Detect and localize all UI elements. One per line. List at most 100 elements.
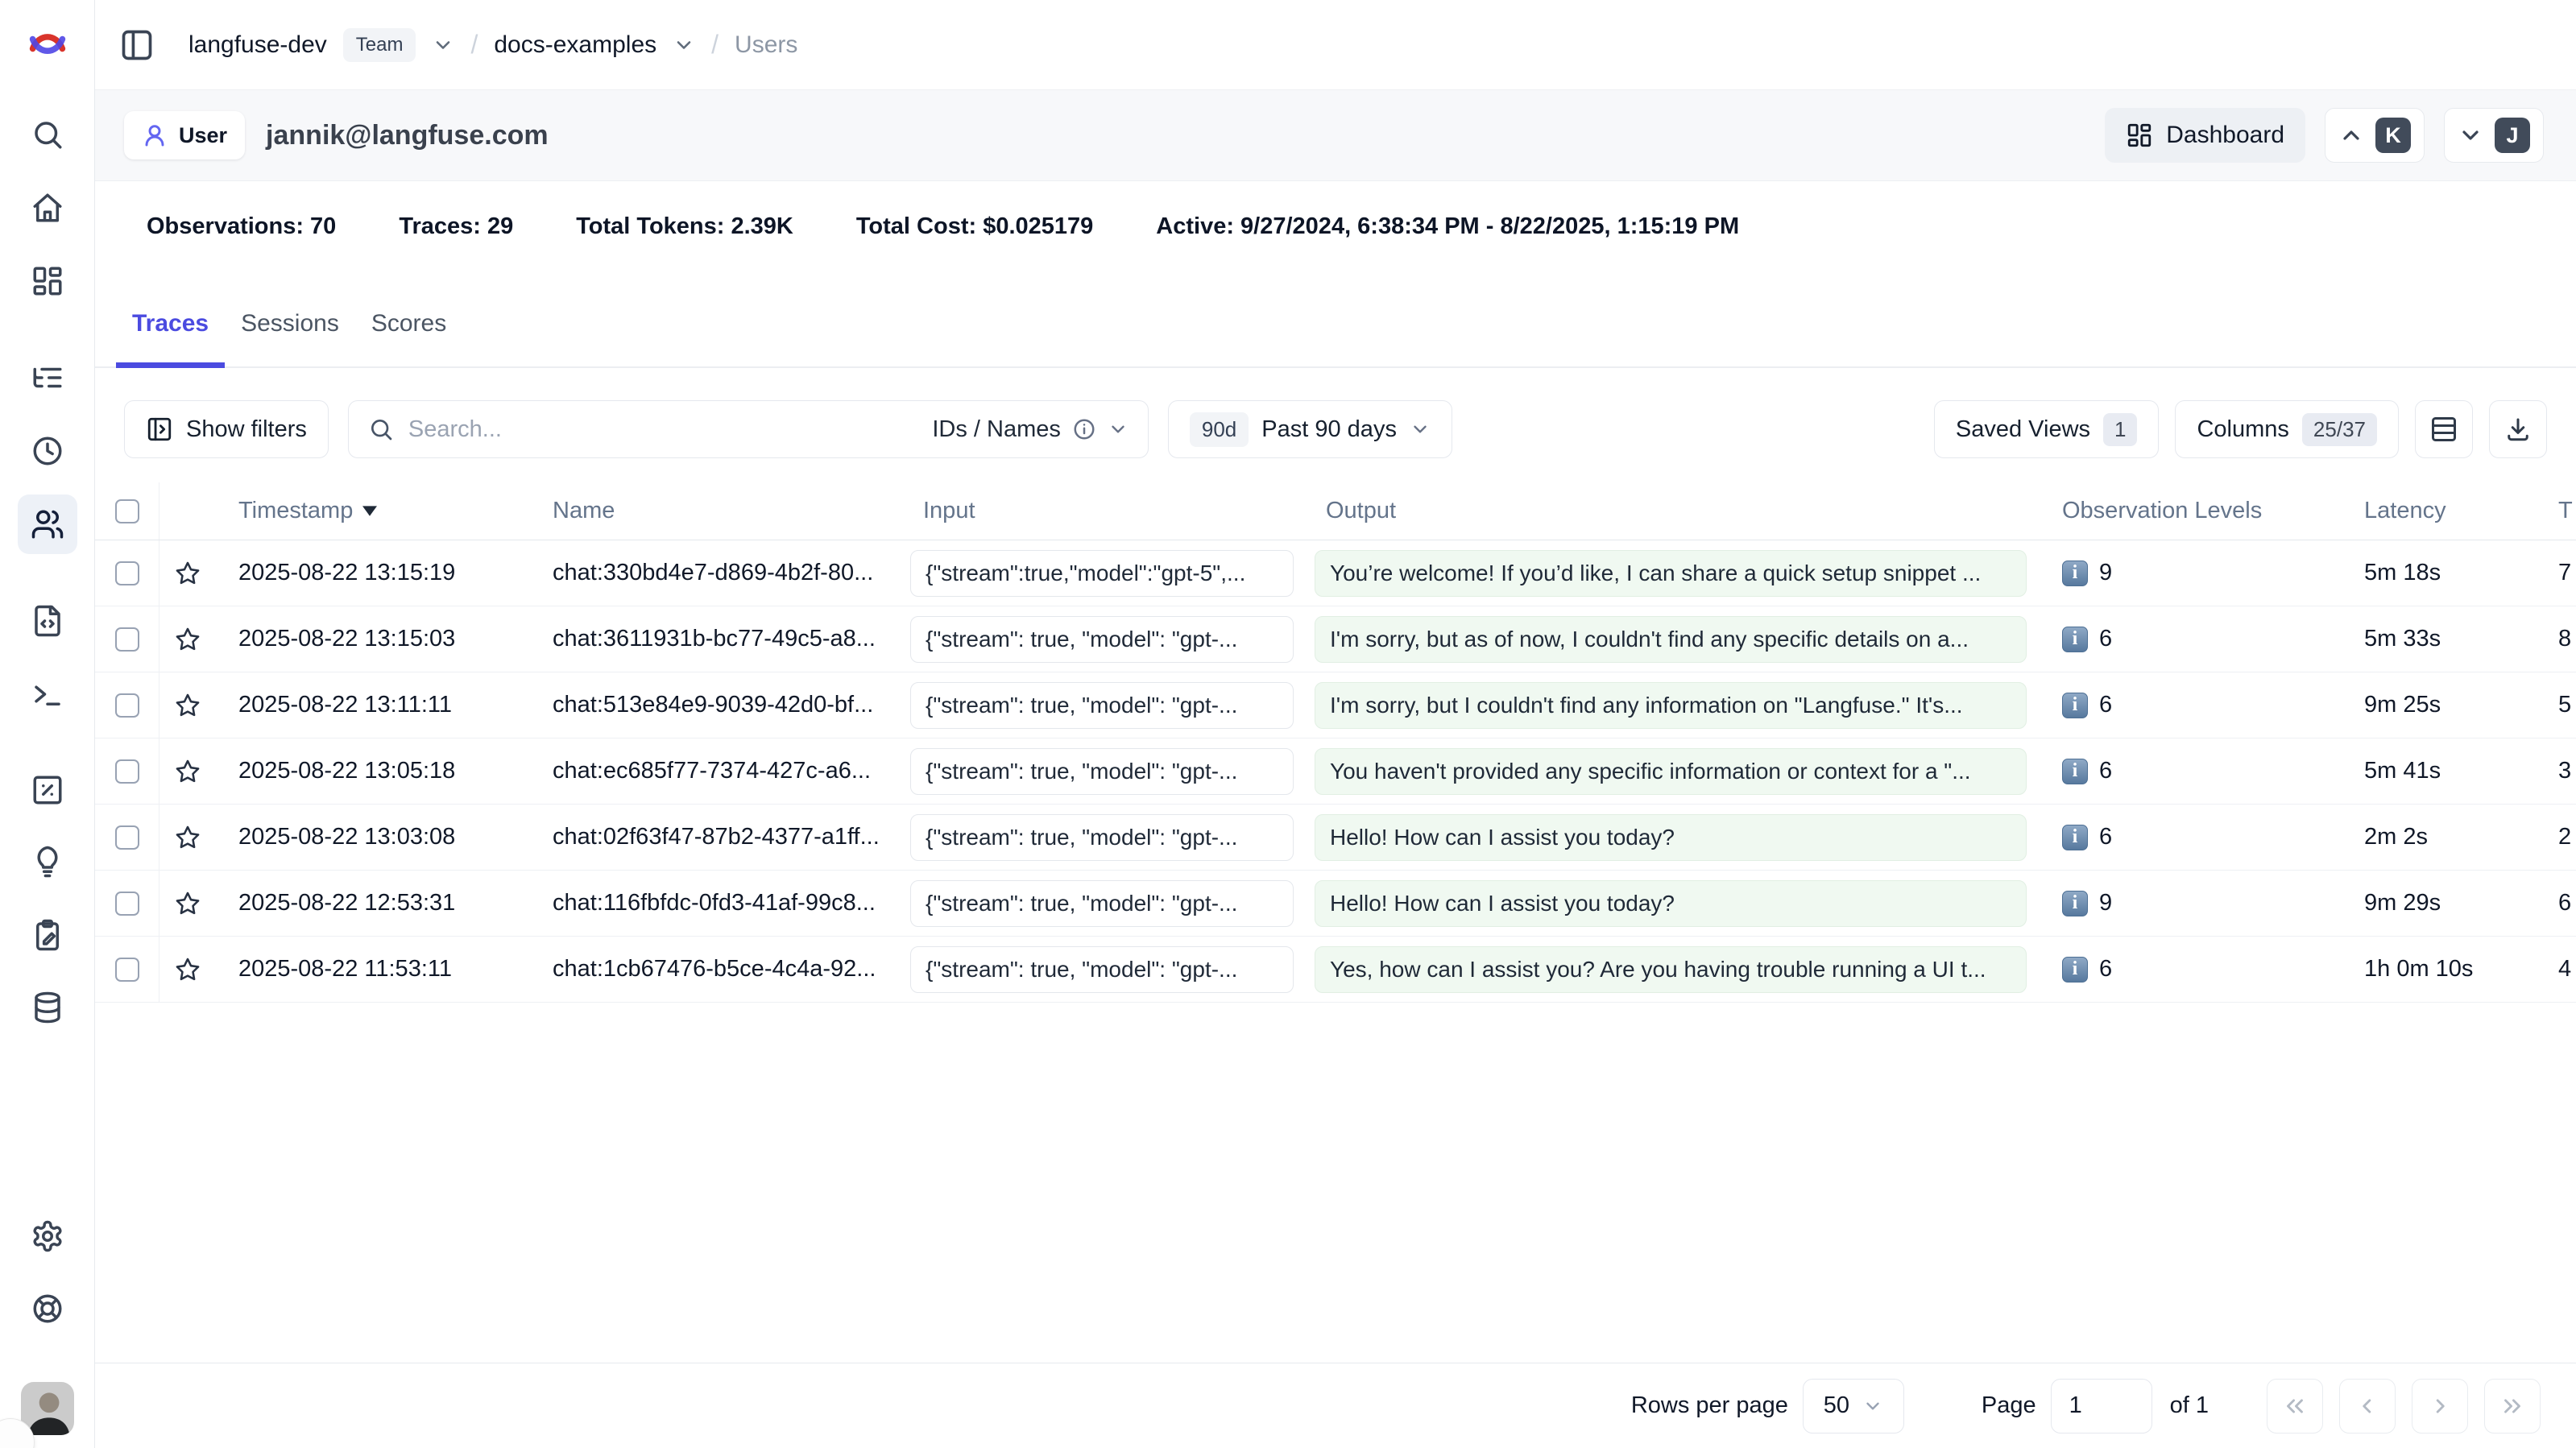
observation-levels-cell: 6 [2036, 758, 2338, 784]
columns-button[interactable]: Columns 25/37 [2175, 400, 2399, 458]
bookmark-star-icon[interactable] [159, 890, 216, 917]
sidebar-item-datasets[interactable] [18, 978, 77, 1037]
trace-input-preview[interactable]: {"stream": true, "model": "gpt-... [910, 880, 1294, 927]
previous-user-button[interactable]: K [2325, 108, 2425, 163]
trace-output-preview[interactable]: You haven't provided any specific inform… [1315, 748, 2027, 795]
dashboard-button[interactable]: Dashboard [2105, 108, 2305, 163]
sidebar-item-home[interactable] [18, 178, 77, 238]
sidebar-item-playground[interactable] [18, 664, 77, 724]
previous-page-button[interactable] [2339, 1379, 2396, 1434]
saved-views-button[interactable]: Saved Views 1 [1934, 400, 2160, 458]
row-checkbox[interactable] [115, 759, 139, 784]
table-row[interactable]: 2025-08-22 13:15:19 chat:330bd4e7-d869-4… [95, 540, 2576, 606]
sidebar-item-prompts[interactable] [18, 591, 77, 651]
row-checkbox[interactable] [115, 627, 139, 652]
trace-input-preview[interactable]: {"stream": true, "model": "gpt-... [910, 814, 1294, 861]
truncated-column-value: 4 [2536, 956, 2576, 983]
table-row[interactable]: 2025-08-22 13:15:03 chat:3611931b-bc77-4… [95, 606, 2576, 672]
table-row[interactable]: 2025-08-22 13:03:08 chat:02f63f47-87b2-4… [95, 805, 2576, 871]
sidebar-item-sessions[interactable] [18, 421, 77, 481]
sidebar-item-evaluation[interactable] [18, 760, 77, 820]
trace-name[interactable]: chat:116fbfdc-0fd3-41af-99c8... [530, 890, 901, 916]
trace-name[interactable]: chat:1cb67476-b5ce-4c4a-92... [530, 956, 901, 983]
breadcrumb-org[interactable]: langfuse-dev [188, 31, 327, 59]
first-page-button[interactable] [2267, 1379, 2323, 1434]
trace-output-preview[interactable]: I'm sorry, but I couldn't find any infor… [1315, 682, 2027, 729]
last-page-button[interactable] [2484, 1379, 2541, 1434]
header-timestamp[interactable]: Timestamp [216, 498, 530, 524]
date-range-button[interactable]: 90d Past 90 days [1168, 400, 1452, 458]
trace-input-preview[interactable]: {"stream": true, "model": "gpt-... [910, 946, 1294, 993]
info-level-icon [2062, 561, 2088, 586]
page-number-input[interactable] [2051, 1379, 2152, 1434]
row-checkbox[interactable] [115, 693, 139, 718]
row-checkbox[interactable] [115, 958, 139, 982]
search-mode-select[interactable]: IDs / Names [932, 416, 1129, 443]
panel-toggle-icon[interactable] [119, 27, 155, 63]
trace-input-preview[interactable]: {"stream":true,"model":"gpt-5",... [910, 550, 1294, 597]
next-user-button[interactable]: J [2444, 108, 2544, 163]
row-select-cell [95, 805, 159, 870]
table-row[interactable]: 2025-08-22 12:53:31 chat:116fbfdc-0fd3-4… [95, 871, 2576, 937]
table-row[interactable]: 2025-08-22 13:05:18 chat:ec685f77-7374-4… [95, 738, 2576, 805]
row-checkbox[interactable] [115, 825, 139, 850]
trace-output-preview[interactable]: Yes, how can I assist you? Are you havin… [1315, 946, 2027, 993]
sidebar-item-search[interactable] [18, 105, 77, 164]
tab-scores[interactable]: Scores [355, 310, 462, 366]
trace-name[interactable]: chat:330bd4e7-d869-4b2f-80... [530, 560, 901, 586]
trace-output-preview[interactable]: I'm sorry, but as of now, I couldn't fin… [1315, 616, 2027, 663]
row-height-button[interactable] [2415, 400, 2473, 458]
sidebar-item-dashboards[interactable] [18, 251, 77, 311]
bookmark-star-icon[interactable] [159, 626, 216, 653]
observation-level-count: 6 [2099, 956, 2112, 983]
trace-latency: 2m 2s [2338, 824, 2536, 850]
bookmark-star-icon[interactable] [159, 824, 216, 851]
search-box: IDs / Names [348, 400, 1149, 458]
bookmark-star-icon[interactable] [159, 692, 216, 719]
trace-timestamp: 2025-08-22 13:15:03 [216, 626, 530, 652]
sidebar-item-users[interactable] [18, 494, 77, 554]
trace-input-preview[interactable]: {"stream": true, "model": "gpt-... [910, 748, 1294, 795]
trace-name[interactable]: chat:3611931b-bc77-49c5-a8... [530, 626, 901, 652]
breadcrumb-project[interactable]: docs-examples [494, 31, 656, 59]
row-checkbox[interactable] [115, 561, 139, 585]
trace-output-preview[interactable]: You’re welcome! If you’d like, I can sha… [1315, 550, 2027, 597]
page-size-select[interactable]: 50 [1803, 1379, 1904, 1434]
select-all-checkbox[interactable] [115, 499, 139, 523]
show-filters-button[interactable]: Show filters [124, 400, 329, 458]
sidebar-item-lightbulb[interactable] [18, 832, 77, 892]
trace-name[interactable]: chat:513e84e9-9039-42d0-bf... [530, 692, 901, 718]
trace-output-preview[interactable]: Hello! How can I assist you today? [1315, 814, 2027, 861]
trace-input-cell: {"stream": true, "model": "gpt-... [901, 748, 1303, 795]
trace-name[interactable]: chat:ec685f77-7374-427c-a6... [530, 758, 901, 784]
user-icon [142, 122, 168, 148]
bookmark-star-icon[interactable] [159, 560, 216, 587]
search-input[interactable] [408, 416, 917, 443]
trace-name[interactable]: chat:02f63f47-87b2-4377-a1ff... [530, 824, 901, 850]
trace-output-preview[interactable]: Hello! How can I assist you today? [1315, 880, 2027, 927]
trace-input-preview[interactable]: {"stream": true, "model": "gpt-... [910, 616, 1294, 663]
sidebar-item-tracing[interactable] [18, 348, 77, 408]
info-level-icon [2062, 891, 2088, 916]
header-observation-levels: Observation Levels [2036, 498, 2338, 524]
chevron-down-icon[interactable] [673, 34, 695, 56]
trace-input-preview[interactable]: {"stream": true, "model": "gpt-... [910, 682, 1294, 729]
table-row[interactable]: 2025-08-22 13:11:11 chat:513e84e9-9039-4… [95, 672, 2576, 738]
table-row[interactable]: 2025-08-22 11:53:11 chat:1cb67476-b5ce-4… [95, 937, 2576, 1003]
clipboard-pen-icon [31, 918, 64, 952]
header-actions: Dashboard K J [2105, 108, 2544, 163]
stat-traces: Traces: 29 [399, 213, 513, 240]
export-button[interactable] [2489, 400, 2547, 458]
bookmark-star-icon[interactable] [159, 956, 216, 983]
sidebar-item-settings[interactable] [18, 1206, 77, 1266]
langfuse-logo-icon[interactable] [27, 23, 68, 64]
tab-sessions[interactable]: Sessions [225, 310, 355, 366]
chevron-down-icon[interactable] [432, 34, 454, 56]
bookmark-star-icon[interactable] [159, 758, 216, 785]
sidebar-item-annotation[interactable] [18, 905, 77, 965]
next-page-button[interactable] [2412, 1379, 2468, 1434]
observation-level-count: 6 [2099, 824, 2112, 850]
row-checkbox[interactable] [115, 892, 139, 916]
sidebar-item-support[interactable] [18, 1279, 77, 1338]
tab-traces[interactable]: Traces [116, 310, 225, 366]
